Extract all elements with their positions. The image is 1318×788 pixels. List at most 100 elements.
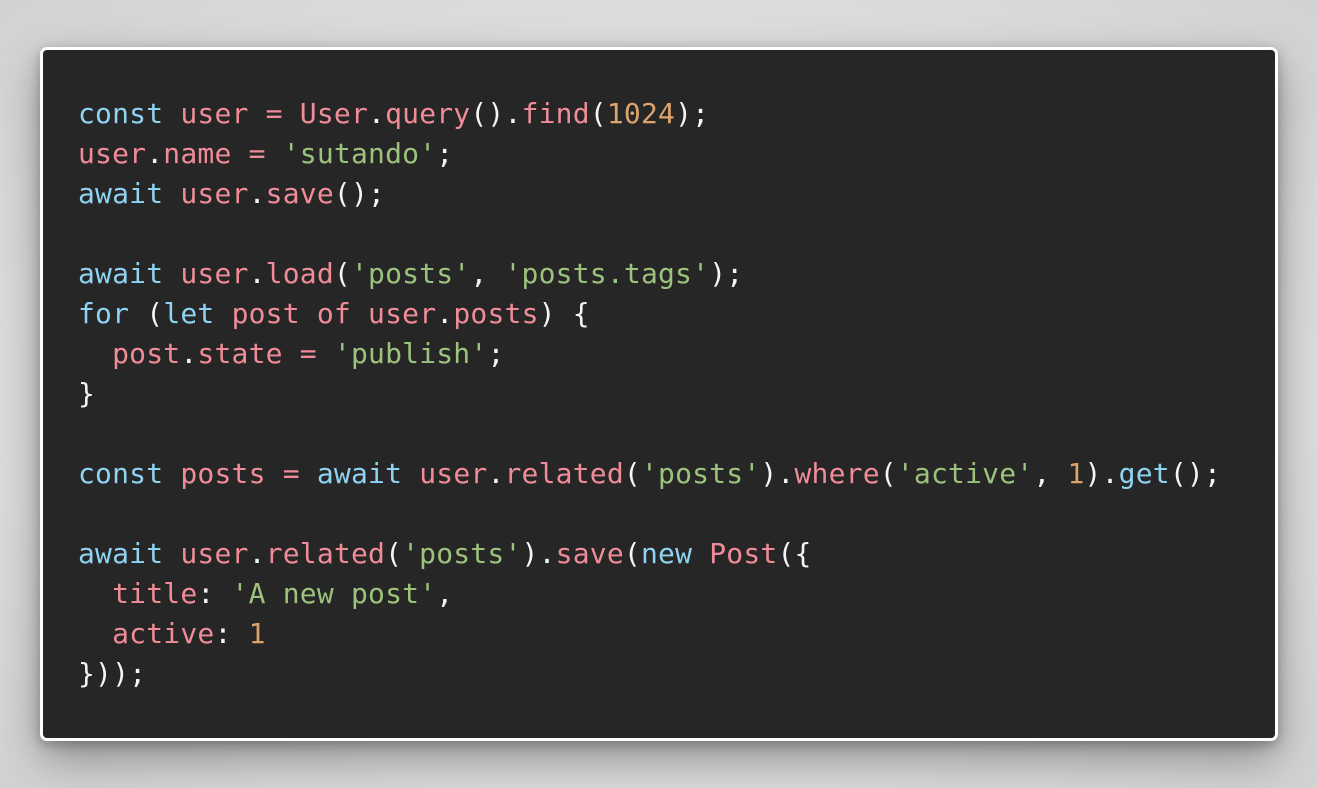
number-token: 1 <box>1067 457 1085 490</box>
string-token: 'posts' <box>350 257 471 290</box>
string-token: 'posts' <box>640 457 761 490</box>
identifier-token: posts <box>180 457 266 490</box>
keyword-token: let <box>163 297 215 330</box>
identifier-token: user <box>78 137 147 170</box>
number-token: 1024 <box>606 97 676 130</box>
punctuation-token: . <box>248 257 266 290</box>
identifier-token: user <box>180 257 249 290</box>
punctuation-token: ( <box>589 97 607 130</box>
identifier-token: title <box>112 577 198 610</box>
identifier-token: of <box>316 297 351 330</box>
function-token: save <box>555 537 624 570</box>
punctuation-token <box>692 537 709 570</box>
function-token: query <box>385 97 471 130</box>
punctuation-token: . <box>180 337 198 370</box>
string-token: 'posts.tags' <box>504 257 710 290</box>
code-line: post.state = 'publish'; <box>78 334 1221 374</box>
function-token: find <box>521 97 590 130</box>
punctuation-token <box>215 297 232 330</box>
keyword-token: await <box>78 177 164 210</box>
punctuation-token: . <box>487 457 505 490</box>
punctuation-token <box>402 457 419 490</box>
string-token: 'publish' <box>333 337 488 370</box>
function-token: where <box>794 457 880 490</box>
keyword-token: const <box>78 97 164 130</box>
punctuation-token: ( <box>879 457 897 490</box>
punctuation-token: . <box>436 297 454 330</box>
string-token: 'sutando' <box>282 137 437 170</box>
code-window: const user = User.query().find(1024); use… <box>40 47 1278 741</box>
punctuation-token <box>249 97 266 130</box>
punctuation-token <box>163 257 180 290</box>
keyword-token: const <box>78 457 164 490</box>
code-line: await user.related('posts').save(new Pos… <box>78 534 1221 574</box>
punctuation-token: ); <box>709 257 744 290</box>
punctuation-token: ( <box>623 537 641 570</box>
punctuation-token <box>232 137 249 170</box>
punctuation-token <box>163 457 180 490</box>
punctuation-token: : <box>214 617 249 650</box>
punctuation-token: : <box>197 577 232 610</box>
punctuation-token <box>300 457 317 490</box>
number-token: 1 <box>248 617 266 650</box>
identifier-token: = <box>265 97 283 130</box>
punctuation-token: , <box>436 577 454 610</box>
identifier-token: = <box>299 337 317 370</box>
identifier-token: state <box>197 337 283 370</box>
code-line: await user.load('posts', 'posts.tags'); <box>78 254 1221 294</box>
code-line: title: 'A new post', <box>78 574 1221 614</box>
punctuation-token <box>283 337 300 370</box>
function-token: related <box>504 457 624 490</box>
punctuation-token: })); <box>78 657 147 690</box>
identifier-token: User <box>299 97 369 130</box>
punctuation-token <box>266 457 283 490</box>
code-line: user.name = 'sutando'; <box>78 134 1221 174</box>
identifier-token: post <box>231 297 300 330</box>
punctuation-token <box>163 177 180 210</box>
punctuation-token <box>266 137 283 170</box>
punctuation-token: . <box>248 537 266 570</box>
punctuation-token <box>300 297 317 330</box>
code-line: const posts = await user.related('posts'… <box>78 454 1221 494</box>
punctuation-token <box>317 337 334 370</box>
punctuation-token: . <box>368 97 386 130</box>
keyword-token: await <box>78 257 164 290</box>
punctuation-token: (); <box>1169 457 1222 490</box>
keyword-token: await <box>78 537 164 570</box>
punctuation-token: ). <box>521 537 556 570</box>
string-token: 'active' <box>896 457 1034 490</box>
code-line: })); <box>78 654 1221 694</box>
punctuation-token: ( <box>623 457 641 490</box>
punctuation-token <box>163 537 180 570</box>
punctuation-token: . <box>248 177 266 210</box>
identifier-token: user <box>180 177 249 210</box>
identifier-token: user <box>180 537 249 570</box>
punctuation-token: ; <box>487 337 505 370</box>
punctuation-token: ( <box>333 257 351 290</box>
keyword-token: new <box>640 537 693 570</box>
identifier-token: posts <box>453 297 539 330</box>
function-token: save <box>265 177 334 210</box>
punctuation-token: ) { <box>538 297 590 330</box>
punctuation-token: } <box>78 377 96 410</box>
identifier-token: Post <box>709 537 778 570</box>
keyword-token: get <box>1118 457 1170 490</box>
code-line: } <box>78 374 1221 414</box>
identifier-token: name <box>163 137 232 170</box>
code-block: const user = User.query().find(1024); use… <box>78 94 1221 694</box>
punctuation-token: ). <box>760 457 795 490</box>
identifier-token: = <box>248 137 266 170</box>
identifier-token: = <box>282 457 300 490</box>
punctuation-token: ); <box>675 97 710 130</box>
punctuation-token: ; <box>436 137 454 170</box>
punctuation-token <box>78 617 112 650</box>
code-line: for (let post of user.posts) { <box>78 294 1221 334</box>
code-line: const user = User.query().find(1024); <box>78 94 1221 134</box>
punctuation-token <box>78 337 112 370</box>
code-line: active: 1 <box>78 614 1221 654</box>
string-token: 'A new post' <box>231 577 437 610</box>
function-token: load <box>265 257 334 290</box>
